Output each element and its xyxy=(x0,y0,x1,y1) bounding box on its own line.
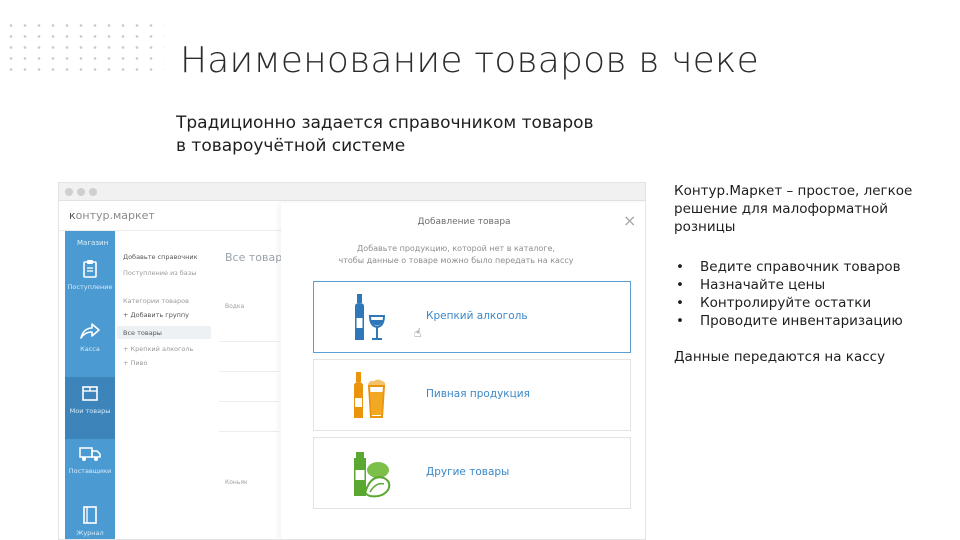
sidebar-item-label: Журнал инвентаризации xyxy=(65,529,122,539)
window-titlebar xyxy=(59,183,645,201)
add-group-link[interactable]: + Добавить группу xyxy=(123,311,189,319)
sidebar-item-label: Мои товары xyxy=(69,407,111,415)
sidebar-item-label: Поставщики xyxy=(68,467,112,475)
description-line: розницы xyxy=(674,219,736,235)
tree-item[interactable]: + Крепкий алкоголь xyxy=(123,345,193,353)
sidebar-top-label[interactable]: Магазин xyxy=(77,239,108,247)
sidebar-item-suppliers[interactable]: Поставщики xyxy=(65,439,115,501)
list-group: Водка xyxy=(225,303,245,310)
clipboard-icon xyxy=(83,260,97,278)
option-beer[interactable]: Пивная продукция xyxy=(313,359,631,431)
mid-link[interactable]: Поступление из базы xyxy=(123,269,196,277)
sidebar-item-inventory-journal[interactable]: Журнал инвентаризации xyxy=(65,499,122,539)
feature-item: Назначайте цены xyxy=(674,276,944,294)
subtitle-line: Традиционно задается справочником товаро… xyxy=(176,113,594,133)
feature-item: Ведите справочник товаров xyxy=(674,258,944,276)
sidebar-item-my-goods[interactable]: Мои товары xyxy=(65,377,115,439)
close-icon[interactable]: × xyxy=(623,213,636,229)
mid-link[interactable]: Добавьте справочник xyxy=(123,253,198,261)
option-strong-alcohol[interactable]: Крепкий алкоголь ☝ xyxy=(313,281,631,353)
option-label: Другие товары xyxy=(426,466,510,478)
journal-icon xyxy=(83,506,97,524)
hand-cursor-icon: ☝ xyxy=(414,326,422,340)
window-dot-icon xyxy=(65,188,73,196)
window-dot-icon xyxy=(77,188,85,196)
sidebar-item-label: Поступление xyxy=(67,283,113,291)
description-line: решение для малоформатной xyxy=(674,201,889,217)
divider xyxy=(219,371,279,372)
feature-list: Ведите справочник товаров Назначайте цен… xyxy=(674,258,944,330)
modal-description: Добавьте продукцию, которой нет в катало… xyxy=(321,243,591,267)
goods-list: Все товары Водка Коньяк xyxy=(219,231,291,539)
beer-icon xyxy=(354,372,386,418)
window-dot-icon xyxy=(89,188,97,196)
app-logo[interactable]: контур.маркет xyxy=(69,209,155,222)
description-line: чтобы данные о товаре можно было передат… xyxy=(338,256,574,265)
app-sidebar: Магазин Поступление Касса Мои товары Пос… xyxy=(65,231,122,539)
feature-item: Контролируйте остатки xyxy=(674,294,944,312)
liquor-bottle-icon xyxy=(355,294,386,340)
divider xyxy=(219,401,279,402)
logo-text: онтур.маркет xyxy=(75,209,155,222)
sidebar-item-cashier[interactable]: Касса xyxy=(65,315,115,377)
option-label: Пивная продукция xyxy=(426,388,530,400)
decorative-dots xyxy=(4,20,164,74)
feature-item: Проводите инвентаризацию xyxy=(674,312,944,330)
description-line: Контур.Маркет – простое, легкое xyxy=(674,183,913,199)
catalog-tree: Добавьте справочник Поступление из базы … xyxy=(117,231,211,539)
truck-icon xyxy=(79,447,101,461)
footer-note: Данные передаются на кассу xyxy=(674,349,886,365)
add-product-modal: Добавление товара × Добавьте продукцию, … xyxy=(281,203,645,539)
logo-letter: к xyxy=(69,209,76,222)
sidebar-item-receipt[interactable]: Поступление xyxy=(65,253,115,315)
tree-item[interactable]: + Пиво xyxy=(123,359,147,367)
tree-item-all-goods[interactable]: Все товары xyxy=(123,329,162,337)
modal-title: Добавление товара xyxy=(417,217,511,227)
product-description: Контур.Маркет – простое, легкое решение … xyxy=(674,182,944,236)
slide-subtitle: Традиционно задается справочником товаро… xyxy=(176,112,636,158)
info-column: Контур.Маркет – простое, легкое решение … xyxy=(674,182,944,366)
list-group: Коньяк xyxy=(225,479,248,486)
description-line: Добавьте продукцию, которой нет в катало… xyxy=(357,244,555,253)
sidebar-item-label: Касса xyxy=(80,345,100,353)
app-screenshot: контур.маркет Магазин Поступление Касса xyxy=(58,182,646,540)
slide-title: Наименование товаров в чеке xyxy=(180,40,759,81)
divider xyxy=(219,341,279,342)
arrow-icon xyxy=(80,323,100,339)
divider xyxy=(219,431,279,432)
option-other-goods[interactable]: Другие товары xyxy=(313,437,631,509)
section-heading: Категории товаров xyxy=(123,297,189,305)
subtitle-line: в товароучётной системе xyxy=(176,136,406,156)
box-icon xyxy=(82,386,98,401)
option-label: Крепкий алкоголь xyxy=(426,310,528,322)
groceries-icon xyxy=(354,452,391,498)
